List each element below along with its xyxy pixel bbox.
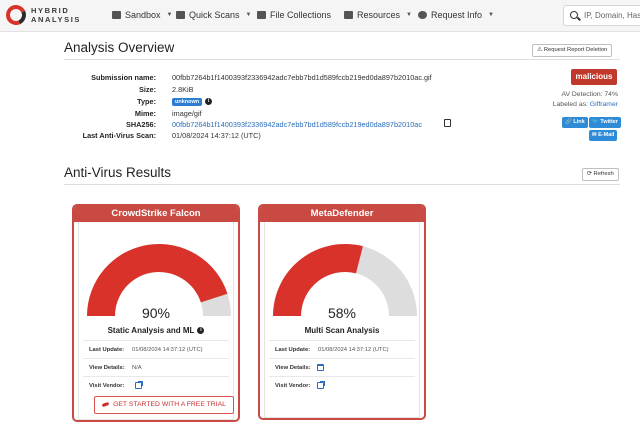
type-badge: unknown bbox=[172, 98, 203, 106]
refresh-label: Refresh bbox=[593, 171, 614, 177]
last-scan-label: Last Anti-Virus Scan: bbox=[82, 131, 156, 140]
last-update-row: Last Update: 01/08/2024 14:37:12 (UTC) bbox=[269, 340, 415, 358]
engine-label: Static Analysis and ML bbox=[107, 326, 195, 335]
nav-sandbox-label: Sandbox bbox=[125, 10, 161, 20]
mime-label: Mime: bbox=[134, 109, 156, 118]
share-email-label: E-Mail bbox=[598, 132, 615, 138]
view-details-label: View Details: bbox=[89, 365, 125, 371]
labeled-as: Labeled as: Gifframer bbox=[553, 101, 618, 108]
info-icon[interactable]: i bbox=[205, 97, 213, 105]
av-detection-label: AV Detection: bbox=[561, 91, 603, 98]
request-deletion-label: Request Report Deletion bbox=[543, 47, 608, 53]
last-update-label: Last Update: bbox=[275, 347, 311, 353]
mime-value: image/gif bbox=[172, 109, 202, 118]
detection-percent: 58% bbox=[327, 305, 357, 321]
nav-file-collections-label: File Collections bbox=[270, 10, 332, 20]
caret-down-icon: ▼ bbox=[166, 12, 173, 18]
analysis-overview-title: Analysis Overview bbox=[64, 40, 175, 55]
question-icon bbox=[418, 11, 427, 19]
copy-icon[interactable] bbox=[444, 119, 451, 127]
labeled-as-link[interactable]: Gifframer bbox=[590, 101, 618, 108]
view-details-label: View Details: bbox=[275, 365, 311, 371]
external-link-icon[interactable] bbox=[317, 381, 325, 389]
caret-down-icon: ▼ bbox=[245, 12, 252, 18]
type-label: Type: bbox=[137, 97, 156, 106]
submission-name-value: 00fbb7264b1f1400393f2336942adc7ebb7bd1d5… bbox=[172, 73, 432, 82]
nav-quick-scans[interactable]: Quick Scans ▼ bbox=[176, 10, 251, 20]
engine-name: Static Analysis and ML i bbox=[79, 326, 233, 335]
card-body: 90% Static Analysis and ML i Last Update:… bbox=[78, 222, 234, 420]
view-details-value: N/A bbox=[132, 365, 142, 371]
nav-resources[interactable]: Resources ▼ bbox=[344, 10, 412, 20]
size-label: Size: bbox=[138, 85, 156, 94]
visit-vendor-row: Visit Vendor: bbox=[269, 376, 415, 394]
verdict-badge: malicious bbox=[571, 69, 617, 85]
caret-down-icon: ▼ bbox=[406, 12, 412, 18]
last-update-value: 01/08/2024 14:37:12 (UTC) bbox=[132, 347, 203, 353]
share-link-label: Link bbox=[573, 119, 585, 125]
type-value: unknown i bbox=[172, 96, 213, 106]
hybrid-analysis-logo[interactable]: HYBRID ANALYSIS bbox=[3, 2, 106, 28]
search-icon bbox=[570, 11, 578, 19]
info-icon[interactable]: i bbox=[197, 327, 205, 335]
details-icon[interactable] bbox=[317, 364, 324, 371]
logo-ring-icon bbox=[3, 2, 29, 28]
av-results-title: Anti-Virus Results bbox=[64, 165, 172, 180]
last-update-value: 01/08/2024 14:37:12 (UTC) bbox=[318, 347, 389, 353]
divider bbox=[64, 184, 620, 185]
crowdstrike-card: CrowdStrike Falcon 90% Static Analysis a… bbox=[72, 204, 240, 422]
top-navbar: HYBRID ANALYSIS Sandbox ▼ Quick Scans ▼ … bbox=[0, 0, 640, 32]
nav-sandbox[interactable]: Sandbox ▼ bbox=[112, 10, 172, 20]
card-body: 58% Multi Scan Analysis Last Update: 01/… bbox=[264, 222, 420, 418]
submission-name-label: Submission name: bbox=[91, 73, 156, 82]
pencil-icon bbox=[176, 11, 185, 19]
nav-request-info[interactable]: Request Info ▼ bbox=[418, 10, 494, 20]
files-icon bbox=[257, 11, 266, 19]
av-detection-value: 74% bbox=[604, 91, 618, 98]
card-title: CrowdStrike Falcon bbox=[74, 206, 238, 222]
metadefender-card: MetaDefender 58% Multi Scan Analysis Las… bbox=[258, 204, 426, 420]
nav-resources-label: Resources bbox=[357, 10, 401, 20]
engine-name: Multi Scan Analysis bbox=[304, 326, 380, 335]
last-scan-value: 01/08/2024 14:37:12 (UTC) bbox=[172, 131, 261, 140]
share-twitter-button[interactable]: 🐦 Twitter bbox=[589, 117, 622, 128]
nav-request-info-label: Request Info bbox=[431, 10, 483, 20]
folder-icon bbox=[344, 11, 353, 19]
size-value: 2.8KiB bbox=[172, 85, 194, 94]
av-detection: AV Detection: 74% bbox=[561, 91, 618, 98]
sha256-link[interactable]: 00fbb7264b1f1400393f2336942adc7ebb7bd1d5… bbox=[172, 120, 422, 129]
external-link-icon[interactable] bbox=[135, 381, 143, 389]
nav-quick-scans-label: Quick Scans bbox=[189, 10, 240, 20]
sha256-label: SHA256: bbox=[125, 120, 156, 129]
last-update-row: Last Update: 01/08/2024 14:37:12 (UTC) bbox=[83, 340, 229, 358]
view-details-row: View Details: bbox=[269, 358, 415, 376]
view-details-row: View Details: N/A bbox=[83, 358, 229, 376]
free-trial-button[interactable]: GET STARTED WITH A FREE TRIAL bbox=[94, 396, 234, 414]
card-title: MetaDefender bbox=[260, 206, 424, 222]
free-trial-label: GET STARTED WITH A FREE TRIAL bbox=[113, 401, 226, 408]
cube-icon bbox=[112, 11, 121, 19]
labeled-as-label: Labeled as: bbox=[552, 101, 588, 108]
detection-percent: 90% bbox=[141, 305, 171, 321]
visit-vendor-label: Visit Vendor: bbox=[275, 383, 311, 389]
request-deletion-button[interactable]: ⚠ Request Report Deletion bbox=[532, 44, 613, 57]
search-placeholder: IP, Domain, Hash bbox=[584, 11, 640, 20]
divider bbox=[64, 59, 620, 60]
falcon-icon bbox=[101, 401, 110, 407]
nav-file-collections[interactable]: File Collections bbox=[257, 10, 331, 20]
visit-vendor-row: Visit Vendor: bbox=[83, 376, 229, 394]
last-update-label: Last Update: bbox=[89, 347, 125, 353]
visit-vendor-label: Visit Vendor: bbox=[89, 383, 125, 389]
share-twitter-label: Twitter bbox=[600, 119, 619, 125]
search-input[interactable]: IP, Domain, Hash bbox=[563, 5, 640, 26]
logo-line-2: ANALYSIS bbox=[31, 14, 82, 24]
refresh-button[interactable]: ⟳ Refresh bbox=[582, 168, 619, 181]
caret-down-icon: ▼ bbox=[488, 12, 494, 18]
share-link-button[interactable]: 🔗 Link bbox=[562, 117, 588, 128]
share-email-button[interactable]: ✉ E-Mail bbox=[589, 130, 618, 141]
